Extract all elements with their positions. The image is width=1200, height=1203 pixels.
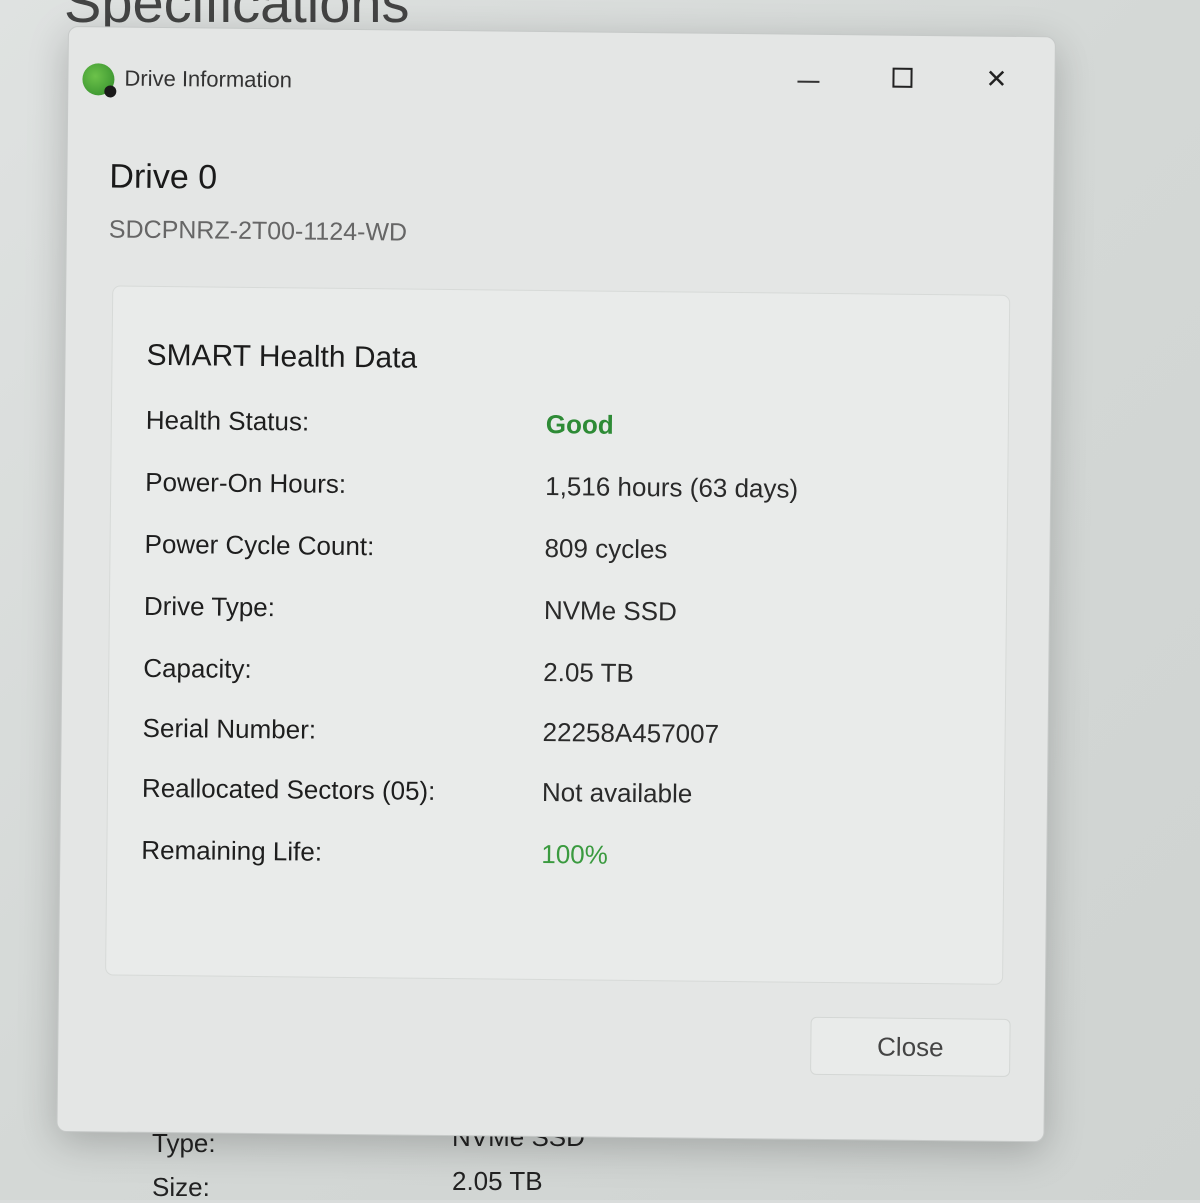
- capacity-row: Capacity: 2.05 TB: [143, 653, 963, 702]
- drive-model: SDCPNRZ-2T00-1124-WD: [108, 215, 408, 247]
- reallocated-sectors-label: Reallocated Sectors (05):: [141, 772, 436, 806]
- reallocated-sectors-value: Not available: [541, 777, 693, 809]
- background-size-value: 2.05 TB: [452, 1166, 543, 1196]
- title-bar[interactable]: Drive Information ✕: [68, 27, 1055, 137]
- health-status-label: Health Status:: [145, 404, 310, 437]
- power-on-hours-value: 1,516 hours (63 days): [545, 471, 799, 504]
- window-close-button[interactable]: ✕: [968, 56, 1024, 101]
- health-status-row: Health Status: Good: [146, 405, 966, 454]
- smart-health-card: SMART Health Data Health Status: Good Po…: [105, 285, 1011, 985]
- serial-number-label: Serial Number:: [142, 712, 317, 745]
- remaining-life-value: 100%: [541, 839, 609, 870]
- drive-health-icon: [82, 63, 115, 96]
- remaining-life-row: Remaining Life: 100%: [141, 835, 961, 884]
- window-title: Drive Information: [124, 65, 293, 93]
- power-cycle-count-value: 809 cycles: [544, 533, 668, 565]
- drive-information-dialog: Drive Information ✕ Drive 0 SDCPNRZ-2T00…: [56, 26, 1056, 1143]
- smart-section-title: SMART Health Data: [146, 338, 418, 375]
- drive-type-value: NVMe SSD: [543, 595, 677, 627]
- power-on-hours-row: Power-On Hours: 1,516 hours (63 days): [145, 467, 965, 516]
- power-on-hours-label: Power-On Hours:: [145, 466, 347, 499]
- remaining-life-label: Remaining Life:: [141, 834, 323, 867]
- capacity-label: Capacity:: [143, 652, 252, 684]
- drive-type-label: Drive Type:: [143, 590, 276, 623]
- serial-number-row: Serial Number: 22258A457007: [142, 713, 962, 762]
- minimize-icon: [797, 80, 820, 83]
- minimize-button[interactable]: [780, 54, 836, 99]
- serial-number-value: 22258A457007: [542, 717, 720, 749]
- drive-title: Drive 0: [109, 157, 218, 197]
- close-button[interactable]: Close: [810, 1016, 1011, 1077]
- maximize-button[interactable]: [874, 55, 930, 100]
- capacity-value: 2.05 TB: [543, 657, 635, 688]
- power-cycle-count-label: Power Cycle Count:: [144, 528, 375, 562]
- maximize-icon: [892, 67, 913, 88]
- drive-type-row: Drive Type: NVMe SSD: [144, 591, 964, 640]
- power-cycle-count-row: Power Cycle Count: 809 cycles: [144, 529, 964, 578]
- background-size-label: Size:: [152, 1172, 210, 1202]
- close-icon: ✕: [985, 63, 1008, 94]
- reallocated-sectors-row: Reallocated Sectors (05): Not available: [142, 773, 962, 822]
- health-status-value: Good: [545, 409, 614, 440]
